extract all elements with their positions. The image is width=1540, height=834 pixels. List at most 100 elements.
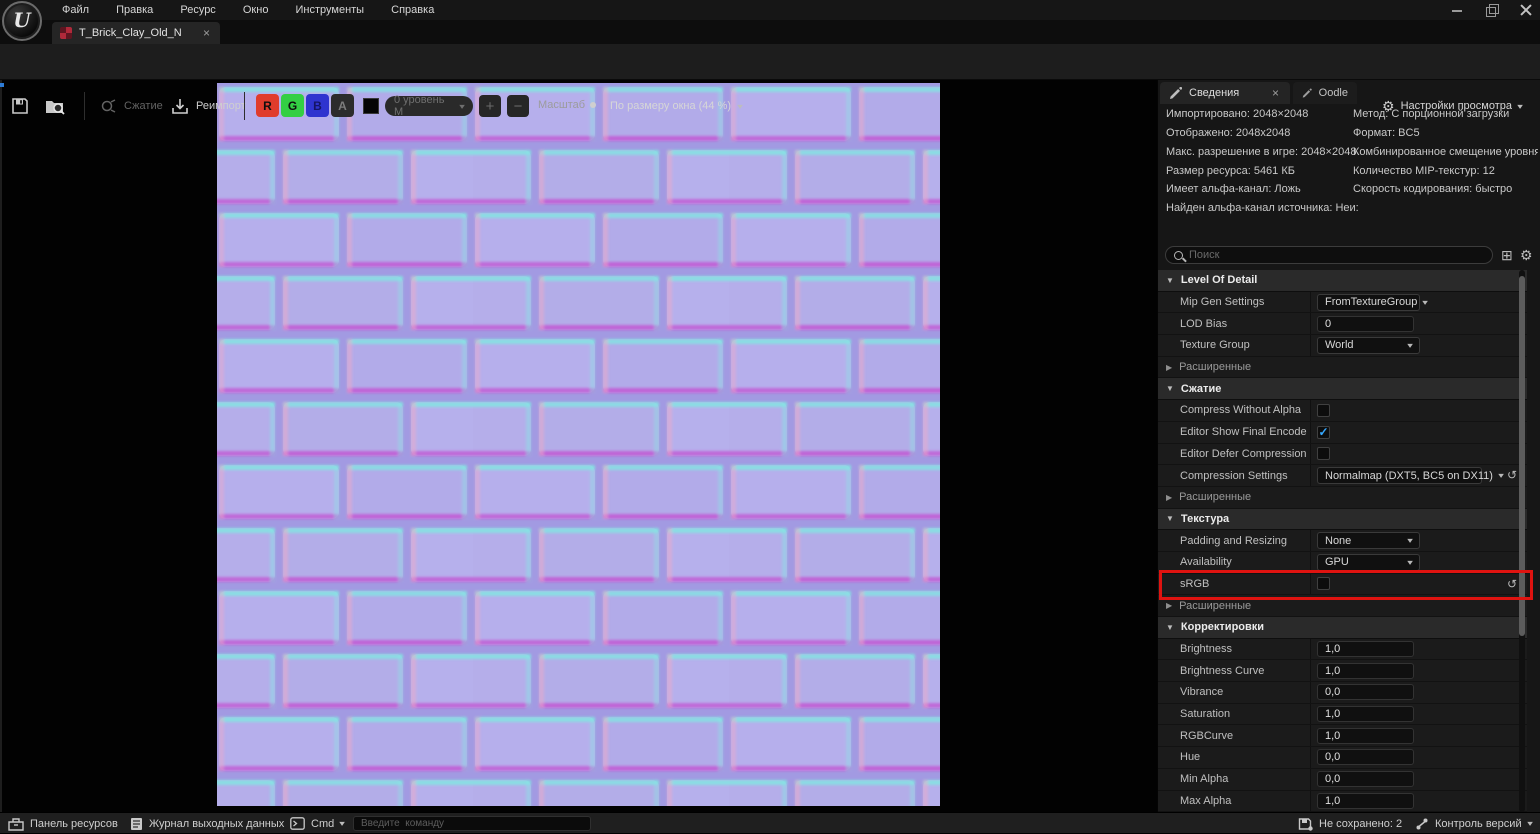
search-input[interactable] xyxy=(1189,249,1484,261)
console-command-input[interactable] xyxy=(353,816,591,831)
menu-file[interactable]: Файл xyxy=(50,0,101,20)
save-button[interactable] xyxy=(10,94,30,118)
padding-resizing-dropdown[interactable]: None▾ xyxy=(1317,532,1420,549)
viewport-left-edge xyxy=(0,80,2,812)
tab-oodle-label: Oodle xyxy=(1319,87,1348,99)
brightness-curve-input[interactable]: 1,0 xyxy=(1317,663,1414,679)
texture-viewport[interactable] xyxy=(0,80,1157,812)
minimize-icon[interactable] xyxy=(1452,4,1464,16)
close-icon[interactable] xyxy=(1520,4,1532,16)
settings-gear-icon[interactable]: ⚙ xyxy=(1520,247,1533,264)
category-adjustments[interactable]: ▼ Корректировки xyxy=(1158,617,1527,639)
reimport-button[interactable]: Реимпорт xyxy=(170,94,246,118)
reset-to-default-icon[interactable] xyxy=(1507,577,1517,591)
lod-bias-input[interactable]: 0 xyxy=(1317,316,1414,332)
background-color-swatch[interactable] xyxy=(363,98,379,114)
tab-close-icon[interactable]: × xyxy=(1270,86,1281,100)
rgbcurve-input[interactable]: 1,0 xyxy=(1317,728,1414,744)
category-level-of-detail[interactable]: ▼ Level Of Detail xyxy=(1158,270,1527,292)
advanced-texture[interactable]: ▶ Расширенные xyxy=(1158,595,1527,617)
collapsed-arrow-icon: ▶ xyxy=(1166,493,1172,502)
mip-gen-settings-dropdown[interactable]: FromTextureGroup▾ xyxy=(1317,294,1420,311)
channel-alpha-button[interactable]: A xyxy=(331,94,354,117)
cmd-dropdown[interactable]: Cmd ▾ xyxy=(290,813,344,834)
mip-level-dropdown[interactable]: 0 уровень M▾ xyxy=(385,96,473,116)
channel-blue-button[interactable]: B xyxy=(306,94,329,117)
chevron-down-icon: ▾ xyxy=(737,102,743,111)
category-texture[interactable]: ▼ Текстура xyxy=(1158,509,1527,531)
mip-plus-button[interactable]: + xyxy=(479,95,501,117)
editor-defer-compression-checkbox[interactable] xyxy=(1317,447,1330,460)
mip-minus-button[interactable]: − xyxy=(507,95,529,117)
restore-icon[interactable] xyxy=(1486,4,1498,16)
chevron-down-icon: ▾ xyxy=(1527,819,1533,828)
availability-dropdown[interactable]: GPU▾ xyxy=(1317,554,1420,571)
output-log-button[interactable]: Журнал выходных данных xyxy=(130,813,284,834)
folder-search-icon xyxy=(44,96,68,116)
expanded-arrow-icon: ▼ xyxy=(1166,514,1174,523)
compression-settings-dropdown[interactable]: Normalmap (DXT5, BC5 on DX11)▾ xyxy=(1317,467,1482,484)
asset-tab[interactable]: T_Brick_Clay_Old_N × xyxy=(52,22,220,44)
hue-input[interactable]: 0,0 xyxy=(1317,749,1414,765)
tab-oodle[interactable]: Oodle xyxy=(1293,82,1357,104)
reset-to-default-icon[interactable] xyxy=(1507,468,1517,482)
tab-details[interactable]: Сведения × xyxy=(1160,82,1290,104)
menu-window[interactable]: Окно xyxy=(231,0,281,20)
asset-tab-title: T_Brick_Clay_Old_N xyxy=(79,27,194,39)
row-availability: Availability GPU▾ xyxy=(1158,552,1527,574)
max-alpha-input[interactable]: 1,0 xyxy=(1317,793,1414,809)
output-log-icon xyxy=(130,817,143,831)
row-lod-bias: LOD Bias 0 xyxy=(1158,313,1527,335)
menu-bar: Файл Правка Ресурс Окно Инструменты Спра… xyxy=(0,0,1540,20)
vibrance-input[interactable]: 0,0 xyxy=(1317,684,1414,700)
menu-asset[interactable]: Ресурс xyxy=(168,0,227,20)
menu-tools[interactable]: Инструменты xyxy=(284,0,377,20)
category-compression[interactable]: ▼ Сжатие xyxy=(1158,378,1527,400)
browse-to-asset-button[interactable] xyxy=(44,94,68,118)
editor-show-final-encode-checkbox[interactable] xyxy=(1317,426,1330,439)
content-drawer-button[interactable]: Панель ресурсов xyxy=(8,813,118,834)
save-icon xyxy=(10,96,30,116)
advanced-lod[interactable]: ▶ Расширенные xyxy=(1158,357,1527,379)
chevron-down-icon: ▾ xyxy=(459,102,465,111)
search-box[interactable] xyxy=(1165,246,1493,264)
tab-close-icon[interactable]: × xyxy=(201,26,212,40)
chevron-down-icon: ▾ xyxy=(1407,341,1413,350)
collapsed-arrow-icon: ▶ xyxy=(1166,363,1172,372)
texture-group-dropdown[interactable]: World▾ xyxy=(1317,337,1420,354)
tab-details-label: Сведения xyxy=(1189,87,1239,99)
menu-help[interactable]: Справка xyxy=(379,0,446,20)
zoom-dot-icon[interactable] xyxy=(590,102,596,108)
texture-editor-toolbar: Сжатие Реимпорт R G B A 0 уровень M▾ + −… xyxy=(0,44,1540,80)
zoom-mode-dropdown[interactable]: По размеру окна (44 %)▾ xyxy=(610,96,742,116)
saturation-input[interactable]: 1,0 xyxy=(1317,706,1414,722)
grid-view-icon[interactable]: ⊞ xyxy=(1501,247,1513,264)
unsaved-button[interactable]: Не сохранено: 2 xyxy=(1298,813,1402,834)
tab-strip: T_Brick_Clay_Old_N × xyxy=(0,20,1540,44)
channel-green-button[interactable]: G xyxy=(281,94,304,117)
panel-scrollbar-track[interactable] xyxy=(1519,270,1525,812)
unreal-logo-icon[interactable]: U xyxy=(2,1,42,41)
gear-icon: ⚙ xyxy=(1382,98,1395,115)
expanded-arrow-icon: ▼ xyxy=(1166,623,1174,632)
row-hue: Hue 0,0 xyxy=(1158,747,1527,769)
advanced-compression[interactable]: ▶ Расширенные xyxy=(1158,487,1527,509)
compress-without-alpha-checkbox[interactable] xyxy=(1317,404,1330,417)
view-settings-dropdown[interactable]: ⚙ Настройки просмотра ▾ xyxy=(1382,96,1522,116)
row-padding-and-resizing: Padding and Resizing None▾ xyxy=(1158,530,1527,552)
compress-button[interactable]: Сжатие xyxy=(100,94,163,118)
channel-red-button[interactable]: R xyxy=(256,94,279,117)
info-mips: Количество MIP-текстур: 12 xyxy=(1353,165,1538,177)
revision-control-dropdown[interactable]: Контроль версий ▾ xyxy=(1415,813,1532,834)
compress-icon xyxy=(100,97,118,115)
panel-scrollbar-thumb[interactable] xyxy=(1519,276,1525,636)
menu-edit[interactable]: Правка xyxy=(104,0,165,20)
details-panel: Сведения × Oodle Импортировано: 2048×204… xyxy=(1157,80,1540,812)
brightness-input[interactable]: 1,0 xyxy=(1317,641,1414,657)
terminal-icon xyxy=(290,817,305,830)
chevron-down-icon: ▾ xyxy=(1423,298,1429,307)
min-alpha-input[interactable]: 0,0 xyxy=(1317,771,1414,787)
row-max-alpha: Max Alpha 1,0 xyxy=(1158,791,1527,813)
srgb-checkbox[interactable] xyxy=(1317,577,1330,590)
chevron-down-icon: ▾ xyxy=(1517,102,1523,111)
